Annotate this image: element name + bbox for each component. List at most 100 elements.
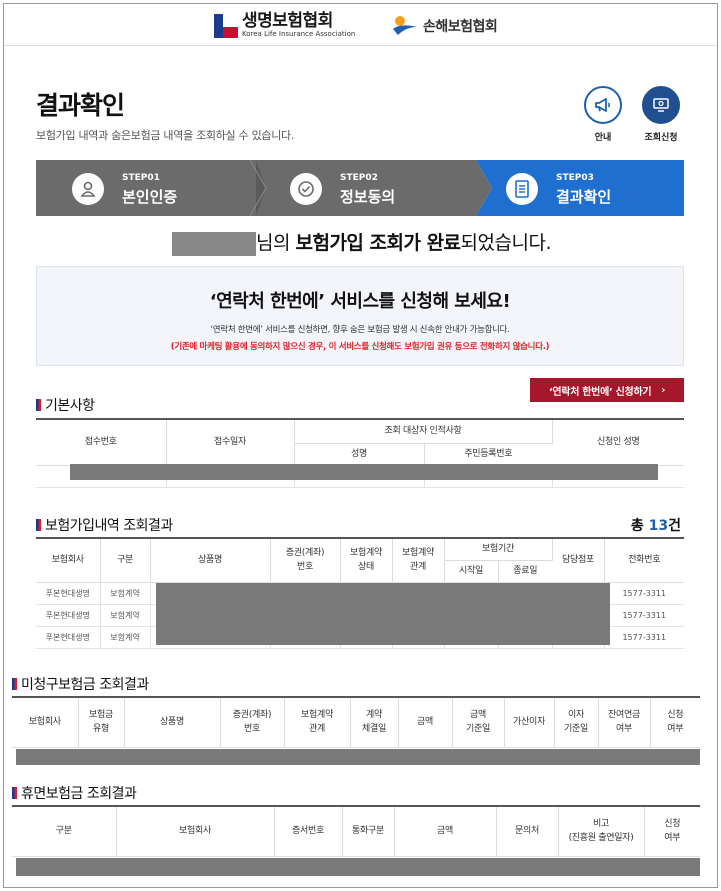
header-receipt-date: 접수일자: [166, 418, 295, 466]
header-receipt-no: 접수번호: [36, 418, 167, 466]
masked-basic-info: [70, 464, 658, 480]
chevron-right-icon: ›: [661, 384, 666, 396]
header-branch: 담당점포: [552, 537, 605, 583]
cell-company: 푸본현대생명: [36, 582, 101, 605]
promo-description: ‘연락처 한번에’ 서비스를 신청하면, 향후 숨은 보험금 발생 시 신속한 …: [210, 325, 510, 335]
inquiry-request-button[interactable]: 조회신청: [642, 86, 680, 143]
step-number: STEP01: [122, 173, 160, 183]
nonlife-logo-text: 손해보험협회: [423, 19, 498, 35]
section-flag-icon: [12, 678, 17, 690]
guide-label: 안내: [594, 133, 612, 143]
nonlife-insurance-association-logo[interactable]: 손해보험협회: [392, 15, 498, 37]
header-company: 보험회사: [36, 537, 101, 583]
nonlife-association-mark-icon: [392, 15, 418, 37]
header-category: 구분: [100, 537, 151, 583]
association-header: 생명보험협회 Korea Life Insurance Association …: [4, 4, 717, 46]
person-icon: [72, 173, 104, 205]
header-apply: 신청 여부: [644, 805, 700, 857]
header-applicant-name: 신청인 성명: [552, 418, 685, 466]
masked-dormant-row: [16, 858, 700, 876]
contact-service-promo: ‘연락처 한번에’ 서비스를 신청해 보세요! ‘연락처 한번에’ 서비스를 신…: [36, 266, 684, 366]
completion-bold: 보험가입 조회가 완료: [295, 232, 461, 254]
section-flag-icon: [36, 519, 41, 531]
completion-rest: 되었습니다.: [460, 232, 552, 254]
section-flag-icon: [12, 787, 17, 799]
check-circle-icon: [290, 173, 322, 205]
completion-message: 님의 보험가입 조회가 완료되었습니다.: [4, 228, 717, 256]
header-amount: 금액: [394, 805, 497, 857]
header-currency: 통화구분: [342, 805, 395, 857]
header-contract-status: 보험계약 상태: [340, 537, 393, 583]
contact-service-apply-button[interactable]: ‘연락처 한번에’ 신청하기 ›: [530, 378, 684, 402]
joined-result-title: 보험가입내역 조회결과: [36, 515, 173, 535]
promo-notice: (기존에 마케팅 활용에 동의하지 않으신 경우, 이 서비스를 신청해도 보험…: [170, 342, 550, 352]
header-category: 구분: [12, 805, 117, 857]
step-name: 정보동의: [340, 188, 396, 206]
header-amount-date: 금액 기준일: [452, 696, 505, 748]
header-period: 보험기간: [444, 537, 553, 561]
step-identity-verification: STEP01 본인인증: [36, 160, 256, 216]
dormant-result-table: 구분 보험회사 증서번호 통화구분 금액 문의처 비고 (진흥원 출연일자) 신청…: [12, 805, 700, 857]
unclaimed-result-title: 미청구보험금 조회결과: [12, 674, 149, 694]
header-policy-no: 증권(계좌) 번호: [270, 537, 341, 583]
header-claim-type: 보험금 유형: [78, 696, 125, 748]
masked-joined-details: [156, 583, 610, 645]
header-contract-date: 계약 체결일: [350, 696, 399, 748]
monitor-icon: [642, 86, 680, 124]
cell-phone: 1577-3311: [604, 582, 685, 605]
header-certificate-no: 증서번호: [274, 805, 343, 857]
page-title: 결과확인: [36, 91, 125, 120]
dormant-result-title: 휴면보험금 조회결과: [12, 783, 137, 803]
basic-info-title: 기본사항: [36, 395, 95, 415]
masked-name: [171, 231, 256, 256]
header-end-date: 종료일: [498, 560, 553, 583]
header-target-info: 조회 대상자 인적사항: [294, 418, 553, 444]
header-contract-relation: 보험계약 관계: [284, 696, 351, 748]
header-product: 상품명: [124, 696, 221, 748]
section-flag-icon: [36, 399, 41, 411]
completion-name-suffix: 님의: [255, 232, 296, 254]
document-icon: [506, 173, 538, 205]
step-progress: STEP01 본인인증 STEP02 정보동의 STEP03 결과확인: [36, 160, 684, 216]
inquiry-request-label: 조회신청: [644, 133, 678, 143]
step-consent: STEP02 정보동의: [256, 160, 476, 216]
header-policy-no: 증권(계좌) 번호: [220, 696, 285, 748]
unclaimed-result-table: 보험회사 보험금 유형 상품명 증권(계좌) 번호 보험계약 관계 계약 체결일 금액 …: [12, 696, 700, 748]
cell-category: 보험계약: [100, 582, 151, 605]
life-logo-subtext: Korea Life Insurance Association: [242, 30, 356, 38]
header-contract-relation: 보험계약 관계: [392, 537, 445, 583]
life-logo-text: 생명보험협회: [242, 11, 333, 31]
cell-category: 보험계약: [100, 626, 151, 649]
promo-heading: ‘연락처 한번에’ 서비스를 신청해 보세요!: [209, 291, 511, 312]
step-number: STEP02: [340, 173, 378, 183]
header-start-date: 시작일: [444, 560, 499, 583]
header-apply: 신청 여부: [650, 696, 700, 748]
header-interest: 가산이자: [504, 696, 555, 748]
header-remaining-annuity: 잔여연금 여부: [598, 696, 651, 748]
page-frame: 생명보험협회 Korea Life Insurance Association …: [3, 3, 718, 888]
step-number: STEP03: [556, 173, 594, 183]
header-contact: 문의처: [496, 805, 559, 857]
header-amount: 금액: [398, 696, 453, 748]
cell-company: 푸본현대생명: [36, 604, 101, 627]
masked-unclaimed-row: [16, 749, 700, 765]
header-phone: 전화번호: [604, 537, 685, 583]
cell-phone: 1577-3311: [604, 604, 685, 627]
header-name: 성명: [294, 443, 425, 466]
page-description: 보험가입 내역과 숨은보험금 내역을 조회하실 수 있습니다.: [36, 129, 295, 142]
megaphone-icon: [584, 86, 622, 124]
life-association-mark-icon: [214, 13, 238, 38]
guide-button[interactable]: 안내: [584, 86, 622, 143]
step-name: 결과확인: [556, 188, 612, 206]
cell-category: 보험계약: [100, 604, 151, 627]
cell-phone: 1577-3311: [604, 626, 685, 649]
header-company: 보험회사: [12, 696, 79, 748]
header-interest-date: 이자 기준일: [554, 696, 599, 748]
joined-total-count: 총 13건: [630, 518, 681, 534]
life-insurance-association-logo[interactable]: 생명보험협회 Korea Life Insurance Association: [214, 13, 355, 38]
cell-company: 푸본현대생명: [36, 626, 101, 649]
header-product: 상품명: [150, 537, 271, 583]
header-company: 보험회사: [116, 805, 275, 857]
step-name: 본인인증: [122, 188, 178, 206]
header-rrn: 주민등록번호: [424, 443, 553, 466]
